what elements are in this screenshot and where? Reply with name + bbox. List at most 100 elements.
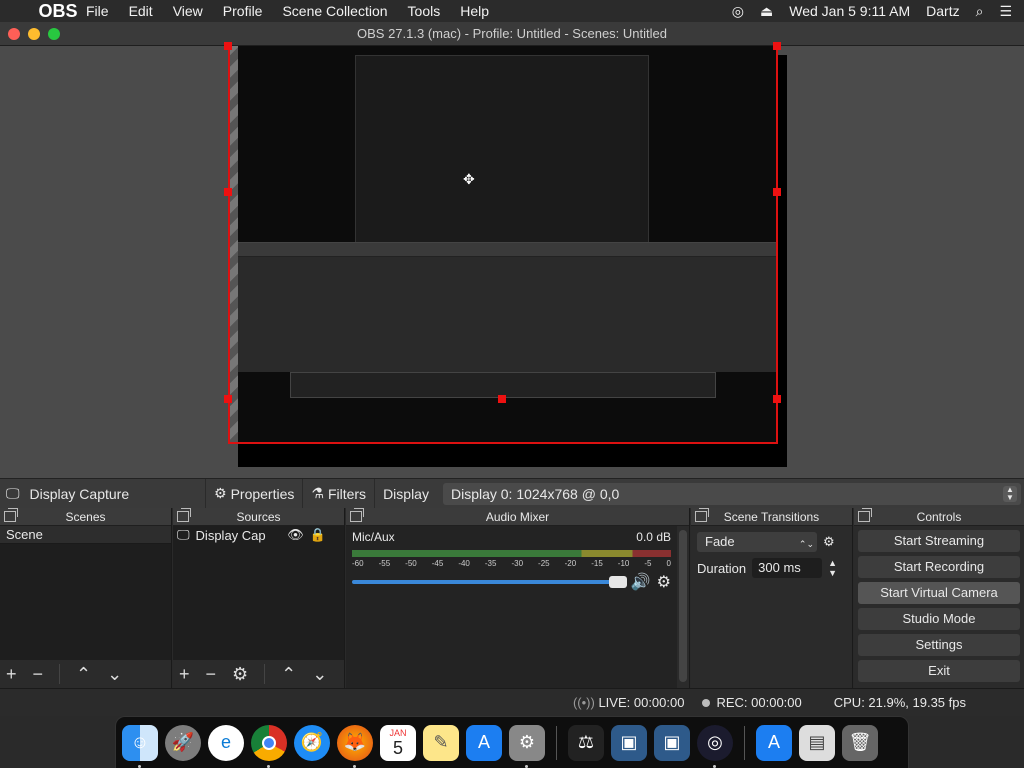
- minimize-window-button[interactable]: [28, 27, 40, 40]
- display-label: Display: [374, 478, 437, 509]
- document-stack-icon[interactable]: ▤: [799, 724, 835, 761]
- tick-label: -35: [484, 559, 497, 568]
- source-item[interactable]: 🖵 Display Cap 👁 🔒: [173, 526, 344, 544]
- undock-icon[interactable]: [177, 508, 191, 522]
- clock[interactable]: Wed Jan 5 9:11 AM: [789, 3, 910, 19]
- virtualbox-icon[interactable]: ▣: [611, 724, 647, 761]
- preview-area[interactable]: ✥: [0, 42, 1024, 478]
- properties-button[interactable]: ⚙ Properties: [205, 478, 302, 509]
- obs-status-icon[interactable]: ◎: [732, 3, 744, 20]
- chrome-icon[interactable]: [251, 724, 287, 768]
- scenes-header: Scenes: [0, 508, 171, 526]
- tick-label: -40: [458, 559, 470, 568]
- tick-label: -25: [538, 559, 550, 568]
- filters-icon: ⚗: [311, 485, 324, 501]
- resize-handle-right[interactable]: [773, 188, 781, 196]
- user-name[interactable]: Dartz: [926, 3, 959, 19]
- transition-gear-icon[interactable]: ⚙: [823, 534, 835, 550]
- menu-bar: OBS File Edit View Profile Scene Collect…: [0, 0, 1024, 22]
- controls-title: Controls: [916, 510, 962, 524]
- transition-select[interactable]: Fade ⌃⌄: [697, 532, 817, 552]
- undock-icon[interactable]: [350, 508, 364, 522]
- tick-label: -20: [564, 559, 577, 568]
- settings-button[interactable]: Settings: [858, 634, 1020, 656]
- notes-icon[interactable]: ✎: [423, 724, 459, 761]
- volume-slider[interactable]: [352, 576, 627, 588]
- start-streaming-button[interactable]: Start Streaming: [858, 530, 1020, 552]
- studio-mode-button[interactable]: Studio Mode: [858, 608, 1020, 630]
- eject-icon[interactable]: ⏏: [760, 3, 773, 20]
- control-center-icon[interactable]: ☰: [999, 3, 1012, 20]
- move-scene-down-button[interactable]: ⌄: [107, 664, 122, 685]
- system-preferences-icon[interactable]: ⚙: [509, 724, 545, 768]
- edge-browser-icon[interactable]: e: [208, 724, 244, 761]
- resize-handle-top-right[interactable]: [773, 42, 781, 50]
- chevron-updown-icon: ⌃⌄: [798, 539, 814, 549]
- remove-source-button[interactable]: −: [206, 664, 217, 685]
- spotlight-search-icon[interactable]: ⌕: [976, 3, 984, 20]
- resize-handle-bottom[interactable]: [498, 395, 506, 403]
- start-recording-button[interactable]: Start Recording: [858, 556, 1020, 578]
- speaker-icon[interactable]: 🔊: [631, 572, 651, 592]
- menu-help[interactable]: Help: [450, 3, 499, 19]
- zoom-window-button[interactable]: [48, 27, 60, 40]
- duration-stepper[interactable]: ▲ ▼: [828, 558, 837, 578]
- virtualbox-vm-icon[interactable]: ▣: [654, 724, 690, 761]
- source-properties-gear-icon[interactable]: ⚙: [232, 664, 248, 685]
- move-source-up-button[interactable]: ⌃: [281, 664, 296, 685]
- filters-button[interactable]: ⚗ Filters: [302, 478, 374, 509]
- mixer-gear-icon[interactable]: ⚙: [657, 572, 671, 592]
- move-source-down-button[interactable]: ⌄: [312, 664, 327, 685]
- sources-list[interactable]: 🖵 Display Cap 👁 🔒: [173, 526, 344, 660]
- display-select[interactable]: Display 0: 1024x768 @ 0,0 ▲ ▼: [442, 482, 1021, 505]
- launchpad-icon[interactable]: 🚀: [165, 724, 201, 761]
- app-store-icon[interactable]: A: [466, 724, 502, 761]
- start-virtual-camera-button[interactable]: Start Virtual Camera: [858, 582, 1020, 604]
- menu-tools[interactable]: Tools: [398, 3, 451, 19]
- firefox-icon[interactable]: 🦊: [337, 724, 373, 768]
- move-scene-up-button[interactable]: ⌃: [76, 664, 91, 685]
- obs-studio-icon[interactable]: ◎: [697, 724, 733, 768]
- trash-icon[interactable]: 🗑: [842, 724, 878, 761]
- undock-icon[interactable]: [858, 508, 872, 522]
- tick-label: -30: [511, 559, 524, 568]
- mixer-scrollbar[interactable]: [679, 530, 687, 682]
- tick-label: -5: [644, 559, 652, 568]
- close-window-button[interactable]: [8, 27, 20, 40]
- scenes-list[interactable]: Scene: [0, 526, 171, 660]
- menu-file[interactable]: File: [76, 3, 119, 19]
- visibility-eye-icon[interactable]: 👁: [287, 527, 304, 543]
- scene-item[interactable]: Scene: [0, 526, 171, 544]
- menu-profile[interactable]: Profile: [213, 3, 273, 19]
- lock-icon[interactable]: 🔒: [310, 527, 344, 543]
- resize-handle-left[interactable]: [224, 188, 232, 196]
- dock-separator: [744, 725, 745, 760]
- window-titlebar: OBS 27.1.3 (mac) - Profile: Untitled - S…: [0, 22, 1024, 46]
- menu-edit[interactable]: Edit: [119, 3, 163, 19]
- volume-slider-knob[interactable]: [608, 576, 627, 588]
- resize-handle-bottom-right[interactable]: [773, 395, 781, 403]
- menu-scene-collection[interactable]: Scene Collection: [272, 3, 397, 19]
- safari-icon[interactable]: 🧭: [294, 724, 330, 761]
- live-time: LIVE: 00:00:00: [598, 695, 685, 710]
- archive-utility-icon[interactable]: ⚖: [568, 724, 604, 761]
- rec-indicator: REC: 00:00:00: [702, 695, 802, 710]
- monitor-icon: 🖵: [6, 485, 20, 501]
- resize-handle-top-left[interactable]: [224, 42, 232, 50]
- mixer-channel-name: Mic/Aux: [352, 530, 395, 544]
- add-scene-button[interactable]: +: [6, 664, 17, 685]
- scenes-title: Scenes: [65, 510, 106, 524]
- source-selection-box[interactable]: [228, 46, 778, 444]
- remove-scene-button[interactable]: −: [33, 664, 44, 685]
- finder-icon[interactable]: ☺: [122, 724, 158, 768]
- duration-input[interactable]: 300 ms: [752, 558, 823, 578]
- app-store-download-icon[interactable]: A: [756, 724, 792, 761]
- add-source-button[interactable]: +: [179, 664, 190, 685]
- calendar-icon[interactable]: JAN 5: [380, 724, 416, 761]
- menu-view[interactable]: View: [163, 3, 213, 19]
- undock-icon[interactable]: [4, 508, 18, 522]
- exit-button[interactable]: Exit: [858, 660, 1020, 682]
- resize-handle-bottom-left[interactable]: [224, 395, 232, 403]
- undock-icon[interactable]: [695, 508, 709, 522]
- display-select-value: Display 0: 1024x768 @ 0,0: [450, 485, 620, 502]
